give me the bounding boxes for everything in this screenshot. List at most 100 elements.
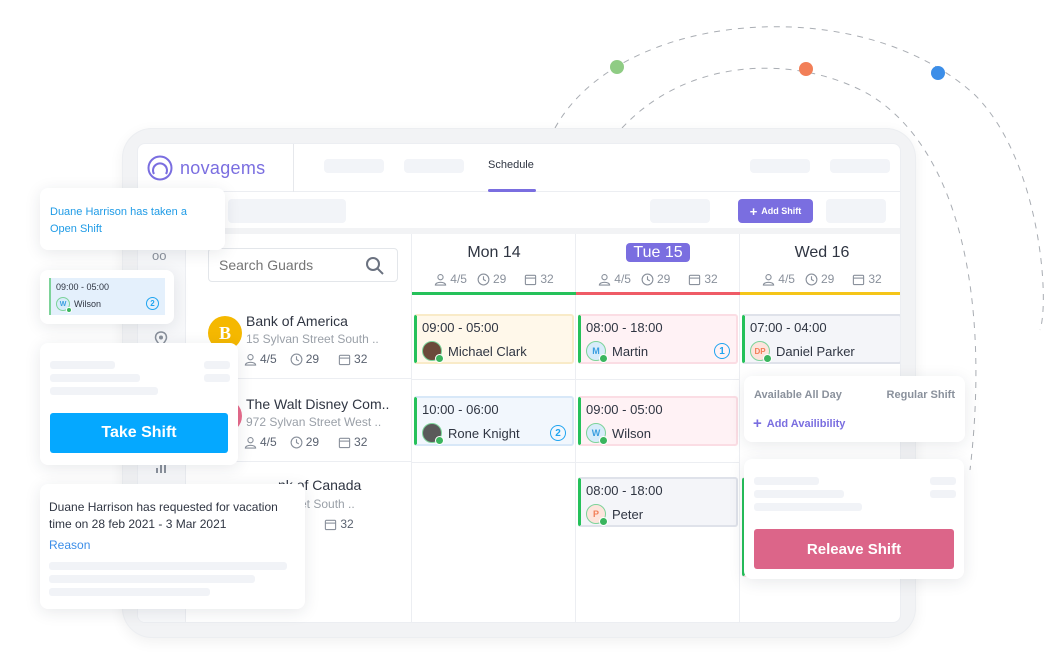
calendar-icon: [325, 519, 337, 530]
clock-icon: [290, 436, 303, 448]
shift-time: 09:00 - 05:00: [56, 282, 110, 292]
notification-text: Duane Harrison has taken a Open Shift: [50, 206, 187, 235]
person-name: Peter: [612, 506, 644, 522]
shift-assignee: Michael Clark: [422, 341, 527, 363]
user-icon: [244, 353, 257, 366]
check-icon: [66, 307, 72, 313]
calendar-icon: [338, 354, 351, 365]
person-name: Rone Knight: [448, 425, 520, 441]
skeleton-line: [204, 361, 230, 369]
open-shift-notification[interactable]: Duane Harrison has taken a Open Shift: [40, 188, 225, 250]
vacation-request-card: Duane Harrison has requested for vacatio…: [40, 484, 305, 609]
shift-assignee: M Martin: [586, 341, 649, 363]
user-icon: [244, 436, 257, 449]
search-guards-field[interactable]: [208, 248, 398, 282]
avatar: DP: [750, 341, 772, 363]
shift-card[interactable]: 09:00 - 05:00 W Wilson: [578, 396, 738, 446]
check-icon: [435, 436, 444, 445]
nav-tab-placeholder[interactable]: [324, 159, 384, 173]
tab-schedule[interactable]: Schedule: [488, 159, 534, 171]
day-stats: 4/5 29 32: [740, 272, 900, 286]
availability-label: Available All Day: [754, 389, 842, 401]
shift-assignee: W Wilson: [586, 423, 651, 445]
add-availability-button[interactable]: + Add Availibility: [753, 416, 845, 431]
day-status-bar: [576, 292, 740, 295]
nav-action-placeholder[interactable]: [830, 159, 890, 173]
person-name: Daniel Parker: [776, 343, 855, 359]
skeleton-line: [930, 477, 956, 485]
skeleton-line: [754, 477, 819, 485]
availability-card: Available All Day Regular Shift + Add Av…: [744, 376, 965, 442]
shift-assignee: W Wilson: [56, 297, 101, 313]
days-count: 32: [340, 517, 354, 531]
site-name: Bank of America: [246, 313, 348, 329]
toolbar-placeholder[interactable]: [826, 199, 886, 223]
group-icon[interactable]: oo: [152, 248, 166, 263]
skeleton-line: [204, 374, 230, 382]
calendar-icon: [338, 437, 351, 448]
hours-count: 29: [305, 352, 320, 366]
person-name: Michael Clark: [448, 343, 527, 359]
toolbar-placeholder[interactable]: [650, 199, 710, 223]
site-address: 972 Sylvan Street West ..: [246, 415, 382, 429]
person-name: Martin: [612, 343, 649, 359]
day-header[interactable]: Tue 15 4/5 29 32: [576, 234, 740, 296]
release-shift-button[interactable]: Releave Shift: [754, 529, 954, 569]
day-stats: 4/5 29 32: [412, 272, 576, 286]
day-header[interactable]: Mon 14 4/5 29 32: [412, 234, 576, 296]
search-guards-input[interactable]: [219, 257, 359, 273]
mini-shift-card[interactable]: 09:00 - 05:00 W Wilson 2: [40, 270, 174, 324]
nav-divider: [293, 144, 294, 192]
guards-count: 4/5: [260, 352, 277, 366]
avatar: P: [586, 504, 608, 526]
avatar: W: [586, 423, 608, 445]
add-shift-button[interactable]: + Add Shift: [738, 199, 813, 223]
days-count: 32: [354, 435, 368, 449]
site-stats: 4/5 29 32: [244, 352, 367, 366]
orbit-dot-orange: [799, 62, 813, 76]
orbit-dot-green: [610, 60, 624, 74]
reason-link[interactable]: Reason: [49, 538, 90, 552]
days-count: 32: [868, 272, 882, 286]
add-shift-label: Add Shift: [761, 206, 802, 216]
check-icon: [435, 354, 444, 363]
plus-icon: +: [753, 415, 762, 432]
skeleton-line: [49, 562, 287, 570]
shift-time: 08:00 - 18:00: [586, 483, 663, 498]
day-header[interactable]: Wed 16 4/5 29 32: [740, 234, 900, 296]
toolbar-placeholder[interactable]: [228, 199, 346, 223]
check-icon: [599, 517, 608, 526]
count-badge: 2: [146, 297, 159, 310]
day-title: Mon 14: [467, 244, 521, 261]
shift-card[interactable]: 07:00 - 04:00 DP Daniel Parker: [742, 314, 900, 364]
take-shift-button[interactable]: Take Shift: [50, 413, 228, 453]
avatar: [422, 341, 444, 363]
logo-text: novagems: [180, 157, 266, 178]
calendar-icon: [853, 274, 865, 285]
calendar-icon: [525, 274, 537, 285]
shift-card[interactable]: 08:00 - 18:00 P Peter: [578, 477, 738, 527]
shift-card[interactable]: 10:00 - 06:00 Rone Knight 2: [414, 396, 574, 446]
guards-count: 4/5: [614, 272, 631, 286]
skeleton-line: [50, 361, 115, 369]
clock-icon: [290, 353, 303, 365]
clock-icon: [641, 273, 654, 285]
shift-type-label: Regular Shift: [886, 389, 955, 401]
search-icon[interactable]: [365, 256, 385, 276]
hours-count: 29: [492, 272, 507, 286]
nav-action-placeholder[interactable]: [750, 159, 810, 173]
row-divider: [412, 379, 576, 380]
site-name: The Walt Disney Com..: [246, 396, 390, 412]
day-column-tue: Tue 15 4/5 29 32 08:00 - 18:00 M Martin …: [576, 234, 740, 622]
nav-tab-placeholder[interactable]: [404, 159, 464, 173]
day-status-bar: [412, 292, 576, 295]
site-stats: 4/5 29 32: [244, 435, 367, 449]
count-badge: 1: [714, 343, 730, 359]
user-icon: [599, 273, 611, 286]
logo[interactable]: novagems: [146, 154, 265, 182]
shift-card[interactable]: 09:00 - 05:00 Michael Clark: [414, 314, 574, 364]
skeleton-line: [754, 490, 844, 498]
shift-card[interactable]: 08:00 - 18:00 M Martin 1: [578, 314, 738, 364]
day-title: Wed 16: [794, 244, 850, 261]
hours-count: 29: [820, 272, 835, 286]
